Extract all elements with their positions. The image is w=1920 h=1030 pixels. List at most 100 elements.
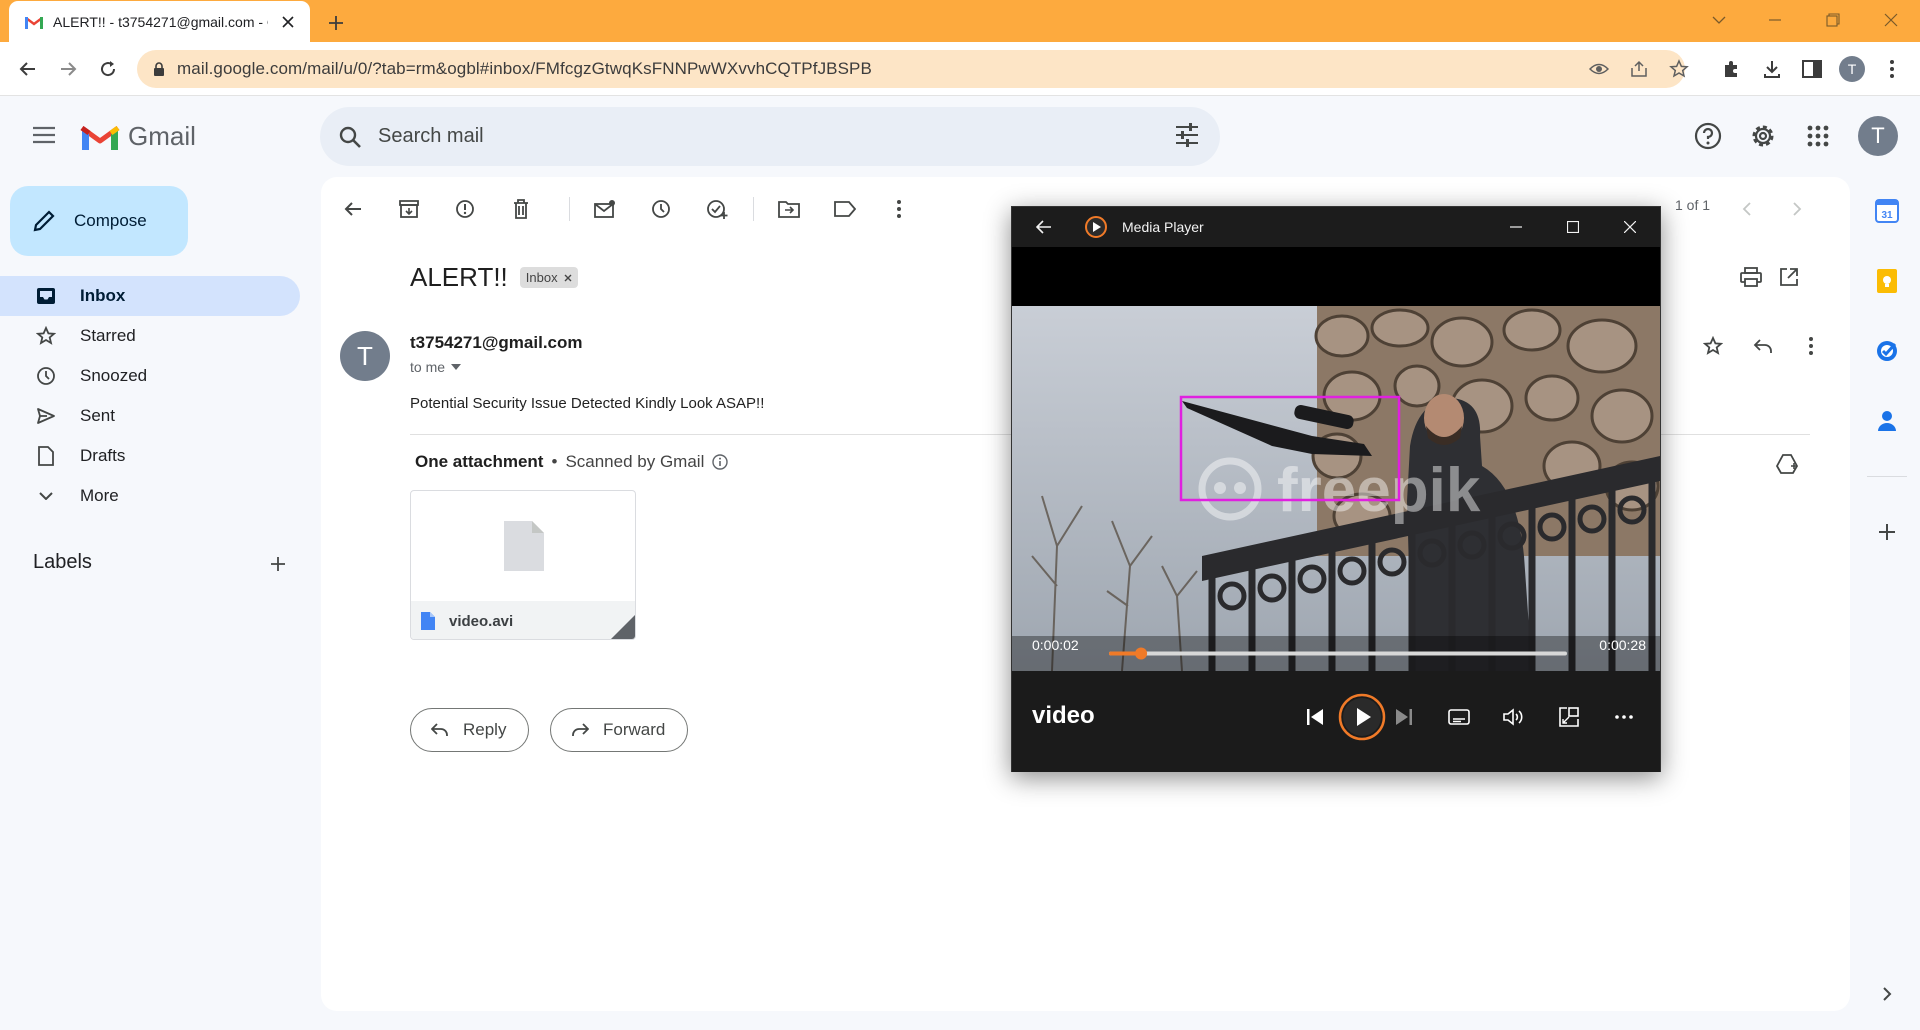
clock-icon <box>34 364 58 388</box>
sidebar-item-inbox[interactable]: Inbox <box>0 276 300 316</box>
address-bar[interactable]: mail.google.com/mail/u/0/?tab=rm&ogbl#in… <box>137 50 1689 88</box>
add-to-tasks-icon[interactable] <box>699 191 735 227</box>
archive-icon[interactable] <box>391 191 427 227</box>
move-to-icon[interactable] <box>771 191 807 227</box>
lock-icon[interactable] <box>153 62 165 76</box>
new-tab-icon[interactable] <box>322 9 350 37</box>
main-menu-icon[interactable] <box>28 119 60 151</box>
sidebar-item-sent[interactable]: Sent <box>0 396 300 436</box>
reply-icon[interactable] <box>1747 330 1779 362</box>
eye-icon[interactable] <box>1587 57 1611 81</box>
back-to-inbox-icon[interactable] <box>335 191 371 227</box>
download-icon[interactable] <box>1756 53 1788 85</box>
newer-chevron-icon[interactable] <box>1729 191 1765 227</box>
sender-email[interactable]: t3754271@gmail.com <box>410 333 583 353</box>
star-message-icon[interactable] <box>1697 330 1729 362</box>
search-bar[interactable]: Search mail <box>320 107 1220 166</box>
sidebar-item-more[interactable]: More <box>0 476 300 516</box>
label-icon[interactable] <box>827 191 863 227</box>
report-spam-icon[interactable] <box>447 191 483 227</box>
delete-icon[interactable] <box>503 191 539 227</box>
mark-unread-icon[interactable] <box>587 191 623 227</box>
print-icon[interactable] <box>1735 261 1767 293</box>
help-icon[interactable] <box>1690 118 1726 154</box>
open-in-new-window-icon[interactable] <box>1773 261 1805 293</box>
sidebar-item-drafts[interactable]: Drafts <box>0 436 300 476</box>
back-icon[interactable] <box>12 53 44 85</box>
chevron-down-icon <box>34 484 58 508</box>
forward-button[interactable]: Forward <box>550 708 689 752</box>
tab-close-icon[interactable] <box>278 12 298 32</box>
sidebar-item-starred[interactable]: Starred <box>0 316 300 356</box>
message-more-icon[interactable] <box>1795 330 1827 362</box>
tasks-icon[interactable] <box>1871 335 1903 367</box>
attachment-card[interactable]: video.avi <box>410 490 636 640</box>
pager-text: 1 of 1 <box>1675 197 1711 213</box>
keep-notes-icon[interactable] <box>1871 265 1903 297</box>
bookmark-star-icon[interactable] <box>1667 57 1691 81</box>
search-options-icon[interactable] <box>1174 122 1200 148</box>
caret-down-icon[interactable] <box>451 364 462 370</box>
remove-label-icon[interactable] <box>564 274 572 282</box>
rail-divider <box>1867 476 1907 477</box>
restore-icon[interactable] <box>1810 4 1856 36</box>
tab-search-icon[interactable] <box>1696 4 1742 36</box>
send-icon <box>34 404 58 428</box>
minimize-icon[interactable] <box>1752 4 1798 36</box>
close-window-icon[interactable] <box>1868 4 1914 36</box>
browser-tab[interactable]: ALERT!! - t3754271@gmail.com - Gmail <box>9 1 310 42</box>
volume-icon[interactable] <box>1494 697 1534 737</box>
sidebar-item-label: Inbox <box>80 286 126 305</box>
show-side-panel-chevron-icon[interactable] <box>1871 978 1903 1010</box>
recipient-details[interactable]: to me <box>410 359 462 375</box>
labels-heading: Labels <box>33 551 92 573</box>
account-avatar[interactable]: T <box>1858 116 1898 156</box>
play-button[interactable] <box>1338 693 1386 741</box>
message-body: Potential Security Issue Detected Kindly… <box>410 395 765 412</box>
save-to-drive-icon[interactable] <box>1771 448 1803 480</box>
get-addons-icon[interactable] <box>1871 516 1903 548</box>
settings-gear-icon[interactable] <box>1745 118 1781 154</box>
info-icon[interactable] <box>712 454 729 470</box>
player-more-icon[interactable] <box>1604 697 1644 737</box>
add-label-icon[interactable] <box>264 550 292 578</box>
side-panel-icon[interactable] <box>1796 53 1828 85</box>
gmail-logo-text: Gmail <box>128 121 196 151</box>
search-input[interactable]: Search mail <box>378 125 484 148</box>
reload-icon[interactable] <box>92 53 124 85</box>
more-actions-icon[interactable] <box>881 191 917 227</box>
miniplayer-icon[interactable] <box>1549 697 1589 737</box>
sidebar-item-snoozed[interactable]: Snoozed <box>0 356 300 396</box>
toolbar-divider <box>753 197 754 221</box>
seek-thumb[interactable] <box>1135 647 1148 660</box>
extensions-icon[interactable] <box>1716 53 1748 85</box>
search-icon[interactable] <box>338 125 362 149</box>
player-minimize-icon[interactable] <box>1498 211 1534 243</box>
player-controls: video <box>1012 671 1660 772</box>
previous-track-icon[interactable] <box>1295 697 1335 737</box>
captions-icon[interactable] <box>1439 697 1479 737</box>
older-chevron-icon[interactable] <box>1779 191 1815 227</box>
player-maximize-icon[interactable] <box>1555 211 1591 243</box>
play-icon <box>1338 693 1386 741</box>
sender-avatar[interactable]: T <box>340 331 390 381</box>
player-back-icon[interactable] <box>1026 211 1062 243</box>
gmail-logo[interactable]: Gmail <box>80 121 196 152</box>
gmail-m-icon <box>80 125 120 150</box>
share-icon[interactable] <box>1627 57 1651 81</box>
video-frame[interactable]: freepik 0:00:02 0:00:28 <box>1012 306 1660 671</box>
browser-menu-icon[interactable] <box>1876 53 1908 85</box>
apps-grid-icon[interactable] <box>1800 118 1836 154</box>
inbox-chip[interactable]: Inbox <box>519 267 578 288</box>
next-track-icon[interactable] <box>1384 697 1424 737</box>
snooze-icon[interactable] <box>643 191 679 227</box>
compose-button[interactable]: Compose <box>10 186 188 256</box>
profile-avatar[interactable]: T <box>1836 53 1868 85</box>
contacts-icon[interactable] <box>1871 405 1903 437</box>
browser-tab-strip: ALERT!! - t3754271@gmail.com - Gmail <box>0 0 1920 42</box>
forward-icon[interactable] <box>52 53 84 85</box>
calendar-icon[interactable]: 31 <box>1871 195 1903 227</box>
seek-track[interactable] <box>1109 651 1567 656</box>
player-close-icon[interactable] <box>1612 211 1648 243</box>
reply-button[interactable]: Reply <box>410 708 530 752</box>
